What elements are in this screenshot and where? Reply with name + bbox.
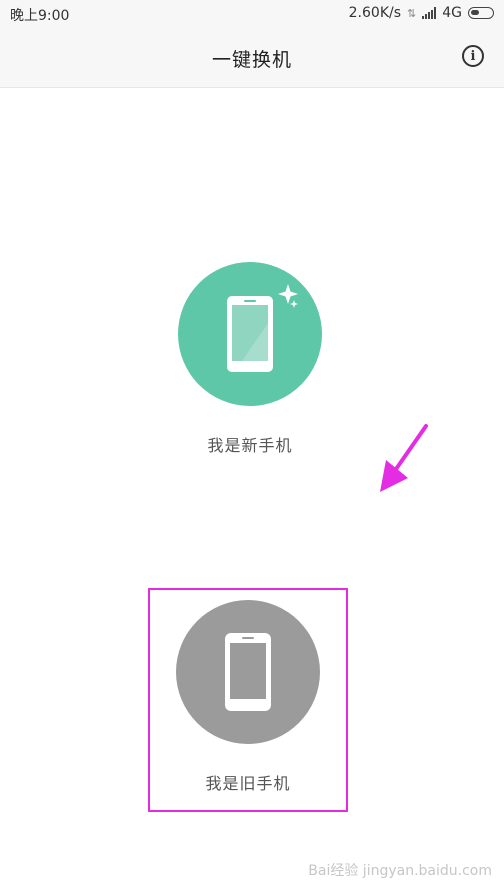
network-speed: 2.60K/s [348,5,402,21]
new-phone-option[interactable]: 我是新手机 [178,262,322,456]
new-phone-icon [227,284,298,372]
title-bar: 一键换机 i [0,26,504,88]
info-icon[interactable]: i [462,45,484,67]
data-transfer-icon: ⇅ [407,6,417,20]
page-title: 一键换机 [211,49,292,71]
new-phone-circle [178,262,322,406]
old-phone-icon [225,633,271,711]
status-right: 2.60K/s ⇅ 4G [349,5,494,21]
network-type: 4G [442,5,462,21]
signal-icon [422,7,437,19]
annotation-arrow-icon [380,424,428,492]
status-bar: 晚上9:00 2.60K/s ⇅ 4G [0,0,504,26]
status-time: 晚上9:00 [10,8,70,24]
old-phone-option[interactable]: 我是旧手机 [148,588,348,812]
watermark: Bai经验 jingyan.baidu.com [308,863,492,879]
old-phone-circle [176,600,320,744]
old-phone-label: 我是旧手机 [205,774,291,793]
new-phone-label: 我是新手机 [207,436,293,455]
battery-icon [468,7,494,19]
